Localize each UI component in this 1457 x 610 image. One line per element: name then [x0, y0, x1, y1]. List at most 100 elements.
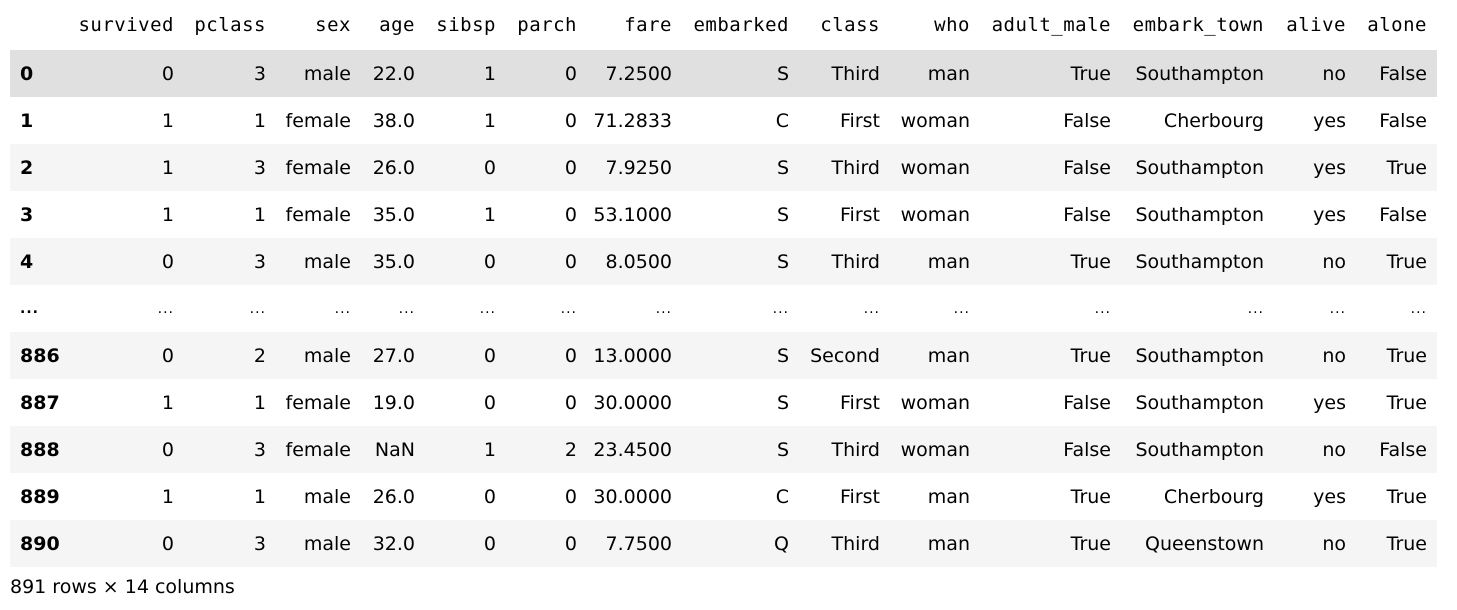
- cell-pclass: 1: [253, 485, 266, 508]
- cell-fare: 23.4500: [587, 426, 682, 473]
- cell-alive: yes: [1313, 391, 1346, 414]
- cell-class: Third: [799, 520, 890, 567]
- cell-embarked: S: [776, 203, 789, 226]
- row-index: 889: [20, 485, 60, 508]
- cell-adult-male: False: [980, 426, 1121, 473]
- table-row[interactable]: 887 1 1 female 19.0 0 0 30.0000 S First woman False…: [10, 379, 1437, 426]
- cell-who: man: [890, 520, 980, 567]
- table-row[interactable]: 3 1 1 female 35.0 1 0 53.1000 S First woman False So…: [10, 191, 1437, 238]
- cell-fare: 7.9250: [587, 144, 682, 191]
- cell-who: ...: [953, 300, 970, 317]
- cell-embarked: C: [775, 485, 789, 508]
- cell-embark-town: Cherbourg: [1163, 485, 1264, 508]
- cell-alive: yes: [1274, 144, 1356, 191]
- cell-alive: no: [1274, 238, 1356, 285]
- cell-sibsp: 0: [425, 332, 506, 379]
- column-header-embark-town: embark_town: [1121, 0, 1274, 50]
- cell-embark-town: Southampton: [1135, 391, 1264, 414]
- cell-age: 38.0: [372, 109, 415, 132]
- cell-embark-town: Southampton: [1121, 426, 1274, 473]
- table-row[interactable]: 886 0 2 male 27.0 0 0 13.0000 S Second man True Sout…: [10, 332, 1437, 379]
- cell-survived: 1: [70, 144, 184, 191]
- table-row[interactable]: 2 1 3 female 26.0 0 0 7.9250 S Third woman False Sou…: [10, 144, 1437, 191]
- cell-sex: male: [276, 238, 361, 285]
- cell-alone: True: [1356, 332, 1437, 379]
- cell-fare: 71.2833: [593, 109, 672, 132]
- cell-class: Third: [799, 50, 890, 97]
- row-index: 0: [10, 50, 70, 97]
- cell-fare: 53.1000: [593, 203, 672, 226]
- cell-survived: ...: [157, 300, 174, 317]
- cell-pclass: 3: [184, 238, 276, 285]
- cell-embarked: C: [775, 109, 789, 132]
- cell-sibsp: 1: [483, 203, 496, 226]
- cell-sibsp: ...: [479, 300, 496, 317]
- cell-alive: no: [1274, 50, 1356, 97]
- table-row-ellipsis[interactable]: ........................................…: [10, 285, 1437, 332]
- cell-sibsp: 1: [483, 109, 496, 132]
- cell-embark-town: ...: [1247, 300, 1264, 317]
- cell-alive: no: [1274, 332, 1356, 379]
- cell-age: 35.0: [361, 238, 425, 285]
- column-header-who: who: [890, 0, 980, 50]
- cell-sibsp: 0: [425, 238, 506, 285]
- table-row[interactable]: 0 0 3 male 22.0 1 0 7.2500 S Third man True Southamp…: [10, 50, 1437, 97]
- cell-survived: 0: [70, 238, 184, 285]
- row-index: 887: [20, 391, 60, 414]
- cell-sex: female: [276, 426, 361, 473]
- cell-age: NaN: [361, 426, 425, 473]
- cell-sex: female: [285, 203, 352, 226]
- cell-sibsp: 1: [425, 426, 506, 473]
- cell-survived: 0: [70, 50, 184, 97]
- cell-embark-town: Cherbourg: [1163, 109, 1264, 132]
- column-header-age: age: [361, 0, 425, 50]
- cell-age: 27.0: [361, 332, 425, 379]
- cell-class: First: [840, 391, 880, 414]
- column-header-alive: alive: [1274, 0, 1356, 50]
- cell-embarked: S: [682, 144, 799, 191]
- cell-alone: True: [1356, 144, 1437, 191]
- column-header-sex: sex: [276, 0, 361, 50]
- cell-sex: male: [276, 50, 361, 97]
- column-header-class: class: [799, 0, 890, 50]
- cell-pclass: 1: [253, 109, 266, 132]
- cell-class: First: [840, 485, 880, 508]
- cell-class: First: [840, 203, 880, 226]
- cell-sex: male: [276, 520, 361, 567]
- table-row[interactable]: 4 0 3 male 35.0 0 0 8.0500 S Third man True Southamp…: [10, 238, 1437, 285]
- table-row[interactable]: 1 1 1 female 38.0 1 0 71.2833 C First woman False Ch…: [10, 97, 1437, 144]
- cell-parch: 0: [506, 144, 587, 191]
- cell-embarked: ...: [772, 300, 789, 317]
- cell-adult-male: False: [980, 144, 1121, 191]
- cell-age: 22.0: [361, 50, 425, 97]
- cell-alone: True: [1356, 238, 1437, 285]
- cell-class: Third: [799, 144, 890, 191]
- cell-alive: no: [1274, 520, 1356, 567]
- header-row: survived pclass sex age sibsp parch fare embark…: [10, 0, 1437, 50]
- cell-alone: False: [1356, 50, 1437, 97]
- table-row[interactable]: 889 1 1 male 26.0 0 0 30.0000 C First man True Cherb…: [10, 473, 1437, 520]
- cell-embark-town: Southampton: [1121, 238, 1274, 285]
- cell-sex: female: [285, 391, 352, 414]
- cell-survived: 1: [161, 203, 174, 226]
- cell-who: man: [890, 50, 980, 97]
- cell-class: First: [840, 109, 880, 132]
- cell-age: 35.0: [372, 203, 415, 226]
- column-header-adult-male: adult_male: [980, 0, 1121, 50]
- cell-embarked: S: [682, 332, 799, 379]
- cell-fare: 8.0500: [587, 238, 682, 285]
- table-header: survived pclass sex age sibsp parch fare embark…: [10, 0, 1437, 50]
- cell-fare: 7.7500: [587, 520, 682, 567]
- cell-pclass: 1: [253, 203, 266, 226]
- table-row[interactable]: 890 0 3 male 32.0 0 0 7.7500 Q Third man True Queens…: [10, 520, 1437, 567]
- cell-pclass: 1: [253, 391, 266, 414]
- cell-alone: ...: [1410, 300, 1427, 317]
- cell-class: Third: [799, 238, 890, 285]
- cell-embarked: S: [682, 426, 799, 473]
- cell-age: 32.0: [361, 520, 425, 567]
- cell-adult-male: ...: [1094, 300, 1111, 317]
- cell-sibsp: 0: [483, 485, 496, 508]
- table-row[interactable]: 888 0 3 female NaN 1 2 23.4500 S Third woman False S…: [10, 426, 1437, 473]
- cell-pclass: 3: [184, 426, 276, 473]
- cell-alive: yes: [1313, 109, 1346, 132]
